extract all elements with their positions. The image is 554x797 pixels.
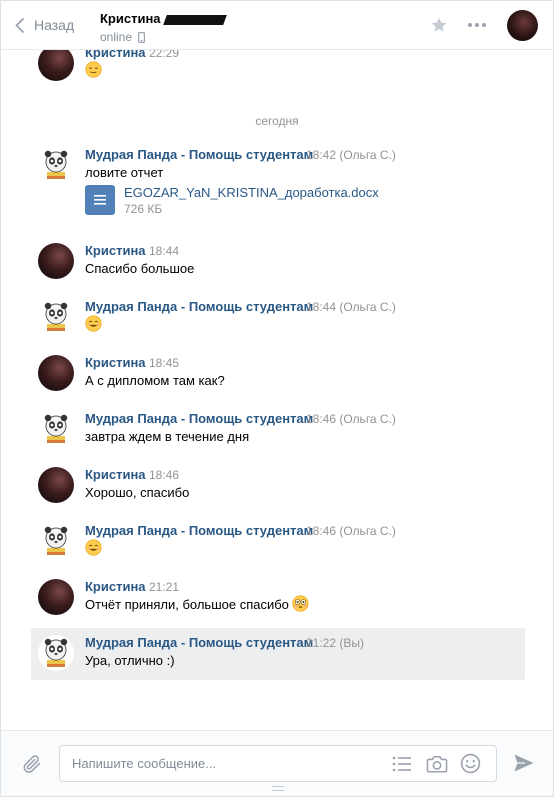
message-time: 18:44 xyxy=(149,244,180,258)
message-time: 18:46 (Ольга С.) xyxy=(306,412,396,426)
sender-name[interactable]: Мудрая Панда - Помощь студентам xyxy=(85,523,313,538)
panda-logo-icon xyxy=(44,302,68,331)
message-time: 22:29 xyxy=(149,50,180,60)
sender-name[interactable]: Мудрая Панда - Помощь студентам xyxy=(85,635,313,650)
avatar[interactable] xyxy=(38,467,74,503)
message-list[interactable]: Кристина 22:29 сегодня Мудрая Панда - По… xyxy=(1,50,553,730)
message-time: 18:46 (Ольга С.) xyxy=(306,524,396,538)
camera-icon[interactable] xyxy=(426,754,448,774)
sender-name[interactable]: Кристина xyxy=(85,579,146,594)
message-item: Кристина 18:44 Спасибо большое xyxy=(31,238,525,290)
list-icon[interactable] xyxy=(392,756,412,772)
avatar[interactable] xyxy=(38,355,74,391)
message-time: 21:22 (Вы) xyxy=(306,636,364,650)
message-time: 18:46 xyxy=(149,468,180,482)
message-item: Кристина 18:46 Хорошо, спасибо xyxy=(31,462,525,514)
contact-avatar[interactable] xyxy=(507,10,538,41)
date-separator: сегодня xyxy=(255,114,299,128)
sender-name[interactable]: Кристина xyxy=(85,355,146,370)
resize-handle[interactable] xyxy=(272,786,284,791)
message-input[interactable] xyxy=(72,746,372,781)
sender-name[interactable]: Кристина xyxy=(85,467,146,482)
document-attachment[interactable]: EGOZAR_YaN_KRISTINA_доработка.docx 726 К… xyxy=(85,185,379,217)
panda-logo-icon xyxy=(44,526,68,555)
message-time: 18:44 (Ольга С.) xyxy=(306,300,396,314)
send-icon[interactable] xyxy=(513,753,535,773)
phone-icon xyxy=(138,31,146,43)
message-text: А с дипломом там как? xyxy=(85,373,225,388)
avatar[interactable] xyxy=(38,243,74,279)
redacted-surname xyxy=(162,14,227,25)
smile-icon[interactable] xyxy=(460,753,481,774)
chat-window: Назад Кристина online Кристина 22:29 сег… xyxy=(0,0,554,797)
message-time: 18:45 xyxy=(149,356,180,370)
avatar[interactable] xyxy=(38,50,74,81)
message-item: Мудрая Панда - Помощь студентам 18:46 (О… xyxy=(31,518,525,570)
panda-logo-icon xyxy=(44,638,68,667)
message-item: Кристина 18:45 А с дипломом там как? xyxy=(31,350,525,402)
sender-name[interactable]: Кристина xyxy=(85,243,146,258)
message-text: Хорошо, спасибо xyxy=(85,485,190,500)
message-time: 18:42 (Ольга С.) xyxy=(306,148,396,162)
flushed-face-icon xyxy=(292,595,309,612)
avatar[interactable] xyxy=(38,523,74,559)
more-icon[interactable] xyxy=(467,17,487,33)
message-item: Кристина 21:21 Отчёт приняли, большое сп… xyxy=(31,574,525,626)
back-label: Назад xyxy=(34,17,75,33)
avatar[interactable] xyxy=(38,147,74,183)
document-icon xyxy=(85,185,115,215)
star-icon[interactable] xyxy=(430,16,448,34)
document-size: 726 КБ xyxy=(124,202,163,216)
back-button[interactable]: Назад xyxy=(15,14,74,36)
contact-name[interactable]: Кристина xyxy=(100,11,227,26)
avatar[interactable] xyxy=(38,579,74,615)
sender-name[interactable]: Мудрая Панда - Помощь студентам xyxy=(85,299,313,314)
message-text: завтра ждем в течение дня xyxy=(85,429,250,444)
smiling-face-icon xyxy=(85,315,102,332)
chat-header: Назад Кристина online xyxy=(1,1,553,50)
paperclip-icon[interactable] xyxy=(21,753,43,775)
panda-logo-icon xyxy=(44,150,68,179)
avatar[interactable] xyxy=(38,411,74,447)
avatar[interactable] xyxy=(38,299,74,335)
message-text: Ура, отлично :) xyxy=(85,653,175,668)
message-item: Мудрая Панда - Помощь студентам 18:46 (О… xyxy=(31,406,525,458)
avatar[interactable] xyxy=(38,635,74,671)
message-item-selected[interactable]: Мудрая Панда - Помощь студентам 21:22 (В… xyxy=(31,628,525,680)
sender-name[interactable]: Кристина xyxy=(85,50,146,60)
message-text: Отчёт приняли, большое спасибо xyxy=(85,597,289,612)
message-input-box xyxy=(59,745,497,782)
contact-status: online xyxy=(100,30,146,44)
panda-logo-icon xyxy=(44,414,68,443)
relieved-face-icon xyxy=(85,61,102,78)
sender-name[interactable]: Мудрая Панда - Помощь студентам xyxy=(85,147,313,162)
message-text: ловите отчет xyxy=(85,165,164,180)
sender-name[interactable]: Мудрая Панда - Помощь студентам xyxy=(85,411,313,426)
message-text: Спасибо большое xyxy=(85,261,195,276)
message-item: Кристина 22:29 xyxy=(31,50,525,92)
document-name[interactable]: EGOZAR_YaN_KRISTINA_доработка.docx xyxy=(124,185,379,201)
message-item: Мудрая Панда - Помощь студентам 18:44 (О… xyxy=(31,294,525,346)
smiling-face-icon xyxy=(85,539,102,556)
message-time: 21:21 xyxy=(149,580,180,594)
chevron-left-icon xyxy=(15,17,24,33)
